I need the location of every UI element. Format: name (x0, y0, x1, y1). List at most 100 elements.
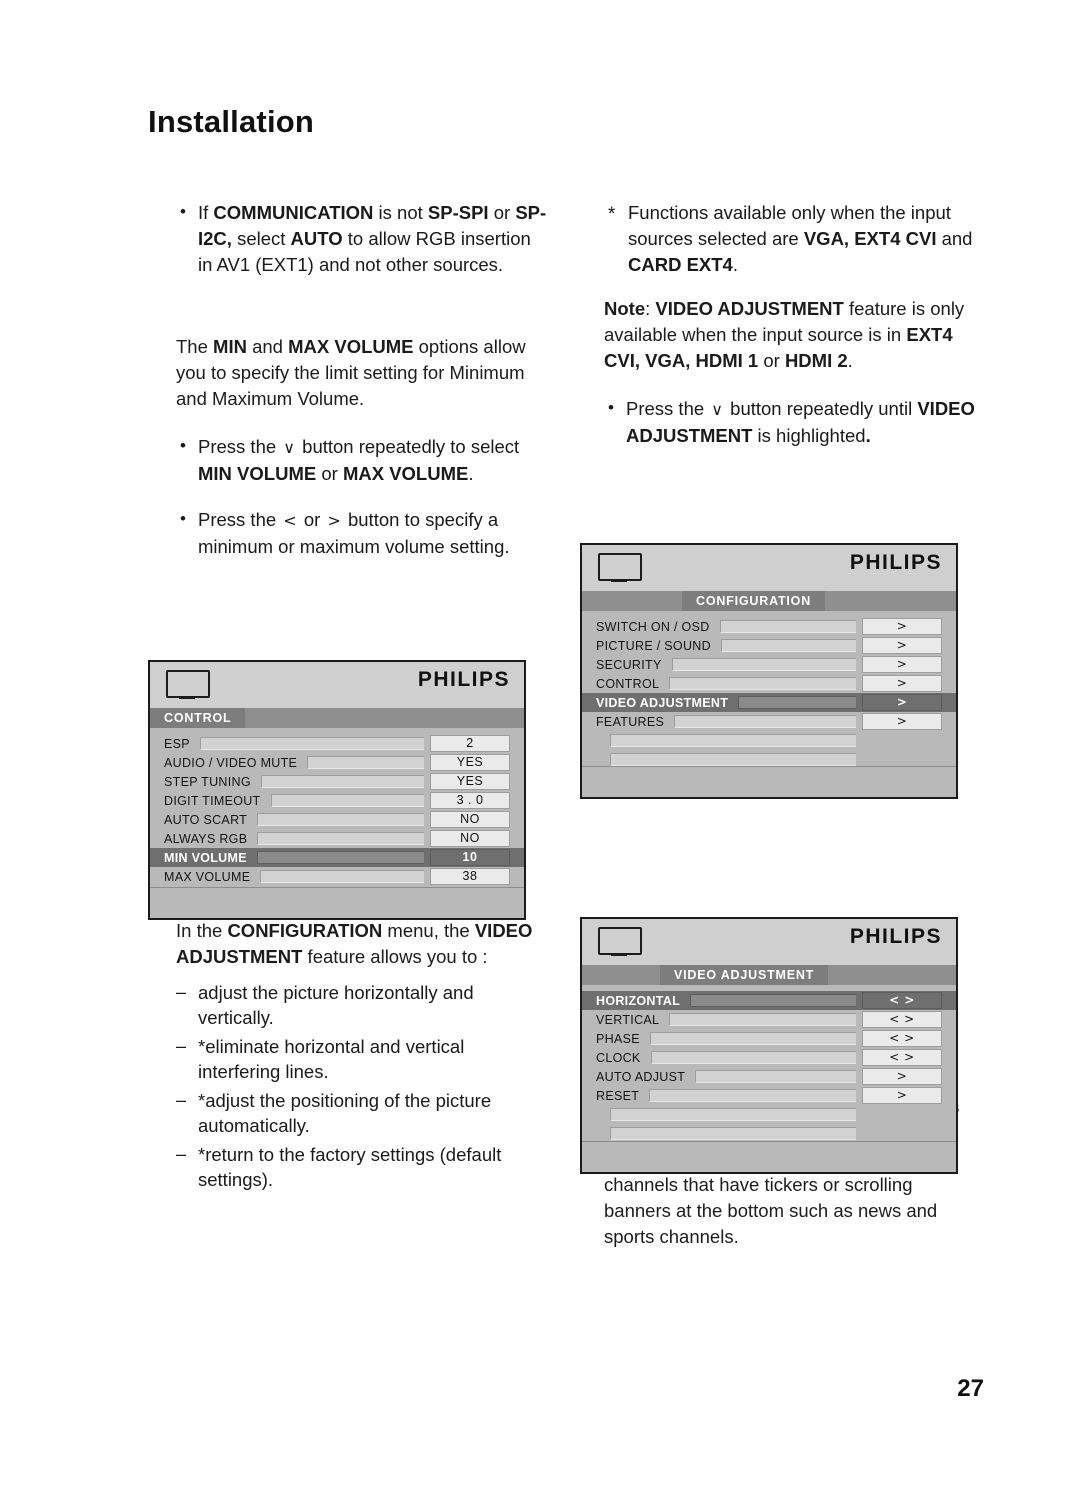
text-frag: or (298, 509, 326, 530)
osd-row-value[interactable]: < > (862, 1049, 942, 1066)
text-frag: . (865, 425, 871, 446)
text-strong: MIN (213, 336, 247, 357)
osd-row-label: ALWAYS RGB (164, 831, 248, 846)
osd-row-label: MAX VOLUME (164, 869, 251, 884)
osd-row-value[interactable]: > (862, 675, 942, 692)
osd-row-label: RESET (596, 1088, 640, 1103)
osd-row-value[interactable]: YES (430, 754, 510, 771)
osd-row-list: ESP 2 AUDIO / VIDEO MUTE YES STEP TUNING… (150, 728, 524, 905)
osd-menu-titlebar: CONFIGURATION (582, 591, 956, 611)
osd-row-label: FEATURES (596, 714, 665, 729)
osd-row[interactable]: STEP TUNING YES (150, 772, 524, 791)
osd-row[interactable]: CONTROL > (582, 674, 956, 693)
osd-row-label: VERTICAL (596, 1012, 660, 1027)
para-min-max-volume: The MIN and MAX VOLUME options allow you… (176, 334, 548, 412)
para-note-video-adjustment: Note: VIDEO ADJUSTMENT feature is only a… (604, 296, 976, 374)
osd-menu-title: CONTROL (150, 708, 246, 728)
osd-row-label: SECURITY (596, 657, 662, 672)
osd-row[interactable]: AUTO ADJUST > (582, 1067, 956, 1086)
osd-row-value[interactable]: > (862, 1068, 942, 1085)
text-strong: VIDEO ADJUSTMENT (655, 298, 844, 319)
osd-screenshot-control: PHILIPS CONTROL ESP 2 AUDIO / VIDEO MUTE… (148, 660, 526, 920)
osd-row-rail (720, 639, 856, 652)
osd-row-value[interactable]: > (862, 618, 942, 635)
text-strong: CONFIGURATION (227, 920, 383, 941)
osd-row[interactable]: RESET > (582, 1086, 956, 1105)
osd-row-value[interactable]: > (862, 637, 942, 654)
text-strong: SP-SPI (427, 202, 489, 223)
osd-row-rail (609, 1127, 856, 1140)
osd-row-value[interactable]: > (862, 694, 942, 711)
osd-row-selected-video-adjustment[interactable]: VIDEO ADJUSTMENT > (582, 693, 956, 712)
osd-row-value[interactable]: > (862, 656, 942, 673)
osd-row[interactable]: AUDIO / VIDEO MUTE YES (150, 753, 524, 772)
osd-row-rail (257, 832, 424, 845)
osd-row-rail (260, 775, 424, 788)
text-frag: . (468, 463, 474, 484)
osd-row[interactable]: AUTO SCART NO (150, 810, 524, 829)
osd-row[interactable]: ESP 2 (150, 734, 524, 753)
osd-row-value[interactable]: NO (430, 811, 510, 828)
bullet-specify-volume: Press the < or > button to specify a min… (176, 506, 548, 560)
text-frag: or (316, 463, 343, 484)
osd-row-selected-min-volume[interactable]: MIN VOLUME 10 (150, 848, 524, 867)
left-arrow-icon: < (283, 511, 297, 530)
osd-row-label: STEP TUNING (164, 774, 251, 789)
osd-row-selected-horizontal[interactable]: HORIZONTAL < > (582, 991, 956, 1010)
text-frag: is not (373, 202, 428, 223)
osd-row-label: CONTROL (596, 676, 660, 691)
osd-row-value[interactable]: 38 (430, 868, 510, 885)
text-strong: MAX VOLUME (288, 336, 414, 357)
osd-row[interactable]: CLOCK < > (582, 1048, 956, 1067)
philips-logo: PHILIPS (849, 925, 942, 948)
osd-row-rail (199, 737, 424, 750)
text-frag: or (488, 202, 516, 223)
text-frag: : (645, 298, 656, 319)
philips-logo: PHILIPS (849, 551, 942, 574)
osd-row[interactable]: SWITCH ON / OSD > (582, 617, 956, 636)
osd-row[interactable]: ALWAYS RGB NO (150, 829, 524, 848)
right-arrow-icon: > (327, 511, 341, 530)
osd-row-label: HORIZONTAL (596, 993, 681, 1008)
osd-row-value[interactable]: YES (430, 773, 510, 790)
osd-row-value[interactable]: > (862, 713, 942, 730)
osd-row-value[interactable]: < > (862, 1030, 942, 1047)
osd-row-value[interactable]: < > (862, 1011, 942, 1028)
osd-header: PHILIPS (582, 545, 956, 591)
text-frag: and (246, 336, 289, 357)
osd-row-value[interactable]: 10 (430, 849, 510, 866)
osd-row-rail (609, 1108, 856, 1121)
text-frag: feature allows you to : (302, 946, 488, 967)
osd-row-label: MIN VOLUME (164, 850, 247, 865)
osd-row[interactable]: VERTICAL < > (582, 1010, 956, 1029)
osd-row-value[interactable]: 2 (430, 735, 510, 752)
osd-row[interactable]: MAX VOLUME 38 (150, 867, 524, 886)
osd-row-rail (307, 756, 424, 769)
osd-row-value[interactable]: NO (430, 830, 510, 847)
text-frag: button repeatedly until (725, 398, 918, 419)
osd-row-label: SWITCH ON / OSD (596, 619, 710, 634)
osd-screenshot-configuration: PHILIPS CONFIGURATION SWITCH ON / OSD > … (580, 543, 958, 799)
osd-row-label: DIGIT TIMEOUT (164, 793, 261, 808)
philips-logo: PHILIPS (417, 668, 510, 691)
text-frag: The (176, 336, 214, 357)
osd-row[interactable]: PHASE < > (582, 1029, 956, 1048)
dash-item-4: *return to the factory settings (default… (176, 1142, 548, 1192)
osd-row-rail (650, 1051, 856, 1064)
bullet-press-down-until: Press the ∨ button repeatedly until VIDE… (604, 395, 976, 449)
osd-row-rail (260, 870, 424, 883)
osd-header: PHILIPS (582, 919, 956, 965)
bullet-communication: If COMMUNICATION is not SP-SPI or SP-I2C… (176, 199, 548, 278)
osd-row-value[interactable]: 3 . 0 (430, 792, 510, 809)
osd-row[interactable]: SECURITY > (582, 655, 956, 674)
osd-row-value[interactable]: < > (862, 992, 942, 1009)
osd-row-list: HORIZONTAL < > VERTICAL < > PHASE < > CL… (582, 985, 956, 1162)
osd-row[interactable]: DIGIT TIMEOUT 3 . 0 (150, 791, 524, 810)
osd-row-rail (669, 1013, 856, 1026)
osd-row[interactable]: PICTURE / SOUND > (582, 636, 956, 655)
osd-row-label: CLOCK (596, 1050, 641, 1065)
osd-row-rail (256, 851, 424, 864)
osd-row[interactable]: FEATURES > (582, 712, 956, 731)
osd-row-value[interactable]: > (862, 1087, 942, 1104)
text-frag: and (936, 228, 973, 249)
